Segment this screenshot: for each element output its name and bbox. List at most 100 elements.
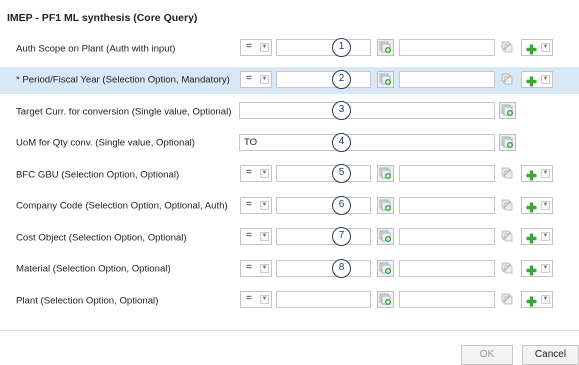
variable-label: Plant (Selection Option, Optional) <box>16 295 159 306</box>
operator-select[interactable]: = ▼ <box>240 70 272 88</box>
add-icon <box>526 263 537 281</box>
variable-label: Cost Object (Selection Option, Optional) <box>16 232 187 243</box>
add-selection-button[interactable]: ▼ <box>521 196 553 214</box>
cancel-button[interactable]: Cancel <box>522 345 579 365</box>
chevron-down-icon: ▼ <box>260 74 269 84</box>
chevron-down-icon: ▼ <box>260 295 269 304</box>
footer-divider <box>0 330 579 331</box>
chevron-down-icon: ▼ <box>260 43 269 52</box>
multiple-selection-icon[interactable] <box>499 39 516 56</box>
operator-value: = <box>246 72 252 84</box>
row-number-badge: 1 <box>332 38 351 57</box>
chevron-down-icon: ▼ <box>541 74 550 84</box>
variable-label: Material (Selection Option, Optional) <box>16 263 171 275</box>
variable-row: Plant (Selection Option, Optional) = ▼ ▼ <box>0 287 579 314</box>
multiple-selection-icon[interactable] <box>499 260 516 277</box>
multiple-selection-icon[interactable] <box>499 228 516 245</box>
operator-value: = <box>246 230 252 241</box>
low-value-input[interactable] <box>276 291 371 308</box>
variable-label: UoM for Qty conv. (Single value, Optiona… <box>16 137 195 149</box>
high-value-input[interactable] <box>399 70 495 88</box>
low-value-input[interactable] <box>276 39 371 56</box>
add-icon <box>526 74 537 92</box>
low-value-input[interactable] <box>276 70 371 88</box>
chevron-down-icon: ▼ <box>541 263 550 273</box>
variable-row: Target Curr. for conversion (Single valu… <box>0 98 579 125</box>
operator-value: = <box>246 261 252 273</box>
chevron-down-icon: ▼ <box>260 263 269 273</box>
chevron-down-icon: ▼ <box>541 200 550 210</box>
variable-row: * Period/Fiscal Year (Selection Option, … <box>0 66 579 94</box>
ok-button[interactable]: OK <box>461 345 513 365</box>
low-value-input[interactable] <box>276 165 371 182</box>
variable-label: BFC GBU (Selection Option, Optional) <box>16 169 180 180</box>
row-number-badge: 5 <box>332 164 351 183</box>
dialog-title: IMEP - PF1 ML synthesis (Core Query) <box>7 12 198 24</box>
variable-row: Cost Object (Selection Option, Optional)… <box>0 224 579 251</box>
select-values-icon[interactable] <box>377 39 394 56</box>
multiple-selection-icon[interactable] <box>499 71 516 88</box>
select-values-icon[interactable] <box>377 291 394 308</box>
variable-row: Company Code (Selection Option, Optional… <box>0 193 579 220</box>
add-selection-button[interactable]: ▼ <box>521 259 553 277</box>
chevron-down-icon: ▼ <box>541 232 550 241</box>
row-number-badge: 3 <box>332 101 351 120</box>
operator-select[interactable]: = ▼ <box>240 165 272 182</box>
select-values-icon[interactable] <box>499 133 516 151</box>
row-number-badge: 2 <box>332 69 351 89</box>
high-value-input[interactable] <box>399 228 495 245</box>
operator-select[interactable]: = ▼ <box>240 39 272 56</box>
variable-row: Auth Scope on Plant (Auth with input) = … <box>0 35 579 62</box>
add-selection-button[interactable]: ▼ <box>521 165 553 182</box>
select-values-icon[interactable] <box>499 102 516 119</box>
low-value-input[interactable] <box>276 228 371 245</box>
chevron-down-icon: ▼ <box>541 169 550 178</box>
add-selection-button[interactable]: ▼ <box>521 291 553 308</box>
multiple-selection-icon[interactable] <box>499 291 516 308</box>
row-number-badge: 4 <box>332 132 351 152</box>
operator-select[interactable]: = ▼ <box>240 196 272 214</box>
chevron-down-icon: ▼ <box>541 43 550 52</box>
chevron-down-icon: ▼ <box>260 200 269 210</box>
chevron-down-icon: ▼ <box>541 295 550 304</box>
add-icon <box>526 42 537 60</box>
high-value-input[interactable] <box>399 39 495 56</box>
high-value-input[interactable] <box>399 259 495 277</box>
add-icon <box>526 168 537 186</box>
variable-label: * Period/Fiscal Year (Selection Option, … <box>16 74 230 86</box>
operator-select[interactable]: = ▼ <box>240 228 272 245</box>
variable-label: Auth Scope on Plant (Auth with input) <box>16 43 176 54</box>
variable-row: UoM for Qty conv. (Single value, Optiona… <box>0 130 579 157</box>
single-value-input[interactable] <box>239 102 495 119</box>
select-values-icon[interactable] <box>377 259 394 277</box>
high-value-input[interactable] <box>399 291 495 308</box>
low-value-input[interactable] <box>276 196 371 214</box>
chevron-down-icon: ▼ <box>260 169 269 178</box>
high-value-input[interactable] <box>399 165 495 182</box>
add-icon <box>526 231 537 249</box>
select-values-icon[interactable] <box>377 196 394 214</box>
operator-value: = <box>246 198 252 210</box>
operator-select[interactable]: = ▼ <box>240 291 272 308</box>
multiple-selection-icon[interactable] <box>499 197 516 214</box>
operator-value: = <box>246 167 252 178</box>
multiple-selection-icon[interactable] <box>499 165 516 182</box>
operator-value: = <box>246 293 252 304</box>
operator-select[interactable]: = ▼ <box>240 259 272 277</box>
low-value-input[interactable] <box>276 259 371 277</box>
row-number-badge: 7 <box>332 227 351 246</box>
variable-label: Target Curr. for conversion (Single valu… <box>16 106 232 117</box>
row-number-badge: 8 <box>332 258 351 278</box>
chevron-down-icon: ▼ <box>260 232 269 241</box>
add-selection-button[interactable]: ▼ <box>521 228 553 245</box>
row-number-badge: 6 <box>332 195 351 215</box>
single-value-input[interactable]: TO <box>239 133 495 151</box>
select-values-icon[interactable] <box>377 165 394 182</box>
add-selection-button[interactable]: ▼ <box>521 39 553 56</box>
add-selection-button[interactable]: ▼ <box>521 70 553 88</box>
add-icon <box>526 200 537 218</box>
select-values-icon[interactable] <box>377 70 394 88</box>
select-values-icon[interactable] <box>377 228 394 245</box>
variable-row: BFC GBU (Selection Option, Optional) = ▼… <box>0 161 579 188</box>
high-value-input[interactable] <box>399 196 495 214</box>
